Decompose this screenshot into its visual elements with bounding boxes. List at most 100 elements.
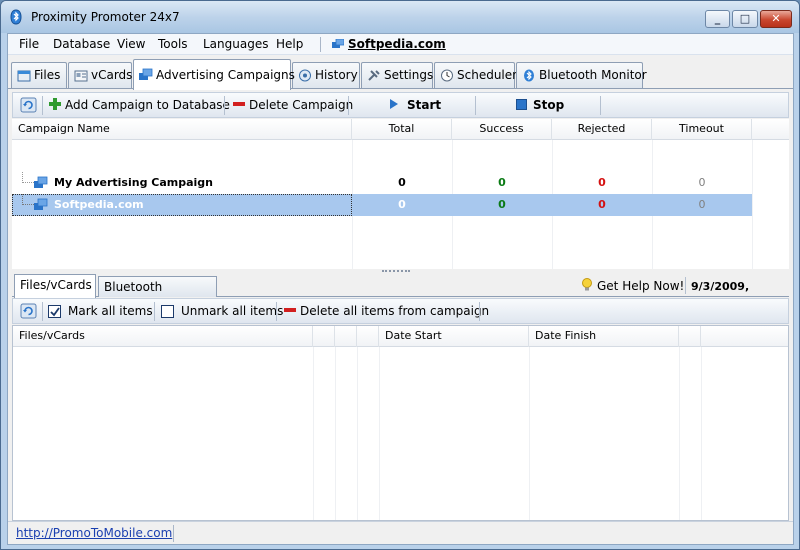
settings-icon	[368, 70, 380, 81]
table-row[interactable]: My Advertising Campaign 0 0 0 0	[12, 172, 752, 194]
column-divider	[313, 347, 314, 520]
delete-icon	[233, 102, 245, 106]
tab-scheduler-label: Scheduler	[457, 68, 518, 82]
campaign-rejected: 0	[598, 198, 606, 211]
delete-all-label: Delete all items from campaign	[300, 304, 490, 318]
minimize-icon: _	[714, 12, 721, 25]
unchecked-checkbox-icon	[161, 305, 174, 318]
stop-icon	[516, 99, 527, 110]
tree-line	[22, 194, 34, 205]
menu-help[interactable]: Help	[273, 36, 306, 53]
campaign-name: Softpedia.com	[54, 198, 144, 211]
campaign-toolbar: Add Campaign to Database Delete Campaign…	[12, 92, 789, 118]
campaign-table: Campaign Name Total Success Rejected Tim…	[12, 119, 789, 269]
close-button[interactable]: ✕	[760, 10, 792, 28]
table-row-selected[interactable]: Softpedia.com 0 0 0 0	[12, 194, 752, 216]
campaign-timeout: 0	[698, 198, 706, 211]
softpedia-link-label: Softpedia.com	[348, 37, 446, 51]
menu-database[interactable]: Database	[50, 36, 113, 53]
get-help-button[interactable]: Get Help Now!	[581, 276, 684, 297]
menu-separator	[320, 37, 321, 52]
campaign-icon	[139, 68, 153, 80]
toolbar-separator	[224, 96, 225, 115]
campaign-success: 0	[498, 176, 506, 189]
tab-files-vcards[interactable]: Files/vCards	[14, 274, 96, 298]
lightbulb-icon	[582, 278, 592, 291]
refresh-icon[interactable]	[20, 97, 37, 113]
lower-tabs: Files/vCards Bluetooth Promoter Get Help…	[12, 274, 789, 314]
client-area: File Database View Tools Languages Help …	[7, 33, 794, 545]
delete-all-button[interactable]: Delete all items from campaign	[283, 302, 489, 321]
folder-icon	[17, 70, 31, 82]
toolbar-separator	[42, 96, 43, 115]
col-empty[interactable]	[357, 326, 379, 347]
items-toolbar: Mark all items Unmark all items Delete a…	[12, 298, 789, 324]
delete-campaign-label: Delete Campaign	[249, 98, 354, 112]
col-empty[interactable]	[335, 326, 357, 347]
delete-icon	[284, 308, 296, 312]
window-title: Proximity Promoter 24x7	[31, 10, 180, 24]
title-bar[interactable]: Proximity Promoter 24x7 _ □ ✕	[1, 1, 799, 33]
add-campaign-button[interactable]: Add Campaign to Database	[48, 96, 230, 115]
close-icon: ✕	[771, 12, 781, 25]
menu-bar: File Database View Tools Languages Help …	[8, 34, 793, 55]
toolbar-separator	[479, 302, 480, 321]
softpedia-link[interactable]: Softpedia.com	[332, 36, 446, 53]
promotomobile-link[interactable]: http://PromoToMobile.com	[16, 526, 172, 540]
start-button[interactable]: Start	[389, 96, 441, 115]
col-campaign-name[interactable]: Campaign Name	[12, 119, 352, 140]
col-files-vcards[interactable]: Files/vCards	[13, 326, 313, 347]
column-divider	[379, 347, 380, 520]
col-date-start[interactable]: Date Start	[379, 326, 529, 347]
mark-all-label: Mark all items	[68, 304, 153, 318]
menu-view[interactable]: View	[114, 36, 148, 53]
tab-advertising-campaigns[interactable]: Advertising Campaigns	[133, 59, 295, 90]
tab-vcards[interactable]: vCards	[68, 62, 132, 88]
menu-tools[interactable]: Tools	[155, 36, 191, 53]
play-icon	[390, 99, 398, 109]
col-success[interactable]: Success	[452, 119, 552, 140]
status-separator	[173, 525, 174, 542]
tab-settings[interactable]: Settings	[361, 62, 433, 88]
campaign-success: 0	[498, 198, 506, 211]
menu-file[interactable]: File	[16, 36, 42, 53]
column-divider	[679, 347, 680, 520]
menu-languages[interactable]: Languages	[200, 36, 271, 53]
history-icon	[299, 69, 311, 82]
tab-history[interactable]: History	[292, 62, 360, 88]
stop-button[interactable]: Stop	[516, 96, 564, 115]
maximize-button[interactable]: □	[732, 10, 758, 28]
col-total[interactable]: Total	[352, 119, 452, 140]
col-empty[interactable]	[679, 326, 701, 347]
tree-line	[22, 172, 34, 183]
tab-bluetooth-promoter[interactable]: Bluetooth Promoter	[98, 276, 217, 314]
mark-all-button[interactable]: Mark all items	[48, 302, 153, 321]
toolbar-separator	[348, 96, 349, 115]
datetime-display: 9/3/2009, 10:55:38	[691, 280, 750, 314]
campaign-table-header: Campaign Name Total Success Rejected Tim…	[12, 119, 789, 140]
minimize-button[interactable]: _	[705, 10, 730, 28]
col-date-finish[interactable]: Date Finish	[529, 326, 679, 347]
bluetooth-icon	[524, 69, 534, 82]
files-table: Files/vCards Date Start Date Finish	[12, 325, 789, 521]
col-empty[interactable]	[313, 326, 335, 347]
campaign-total: 0	[398, 176, 406, 189]
column-divider	[701, 347, 702, 520]
col-timeout[interactable]: Timeout	[652, 119, 752, 140]
column-divider	[357, 347, 358, 520]
toolbar-separator	[154, 302, 155, 321]
unmark-all-button[interactable]: Unmark all items	[161, 302, 283, 321]
add-icon	[49, 98, 61, 110]
column-divider	[529, 347, 530, 520]
checked-checkbox-icon	[48, 305, 61, 318]
tab-scheduler[interactable]: Scheduler	[434, 62, 518, 88]
delete-campaign-button[interactable]: Delete Campaign	[232, 96, 353, 115]
add-campaign-label: Add Campaign to Database	[65, 98, 230, 112]
refresh-icon[interactable]	[20, 303, 37, 319]
campaign-rejected: 0	[598, 176, 606, 189]
toolbar-separator	[276, 302, 277, 321]
col-rejected[interactable]: Rejected	[552, 119, 652, 140]
tab-files[interactable]: Files	[11, 62, 67, 88]
tab-bluetooth-monitor[interactable]: Bluetooth Monitor	[516, 62, 647, 88]
app-window: Proximity Promoter 24x7 _ □ ✕ File Datab…	[0, 0, 800, 550]
